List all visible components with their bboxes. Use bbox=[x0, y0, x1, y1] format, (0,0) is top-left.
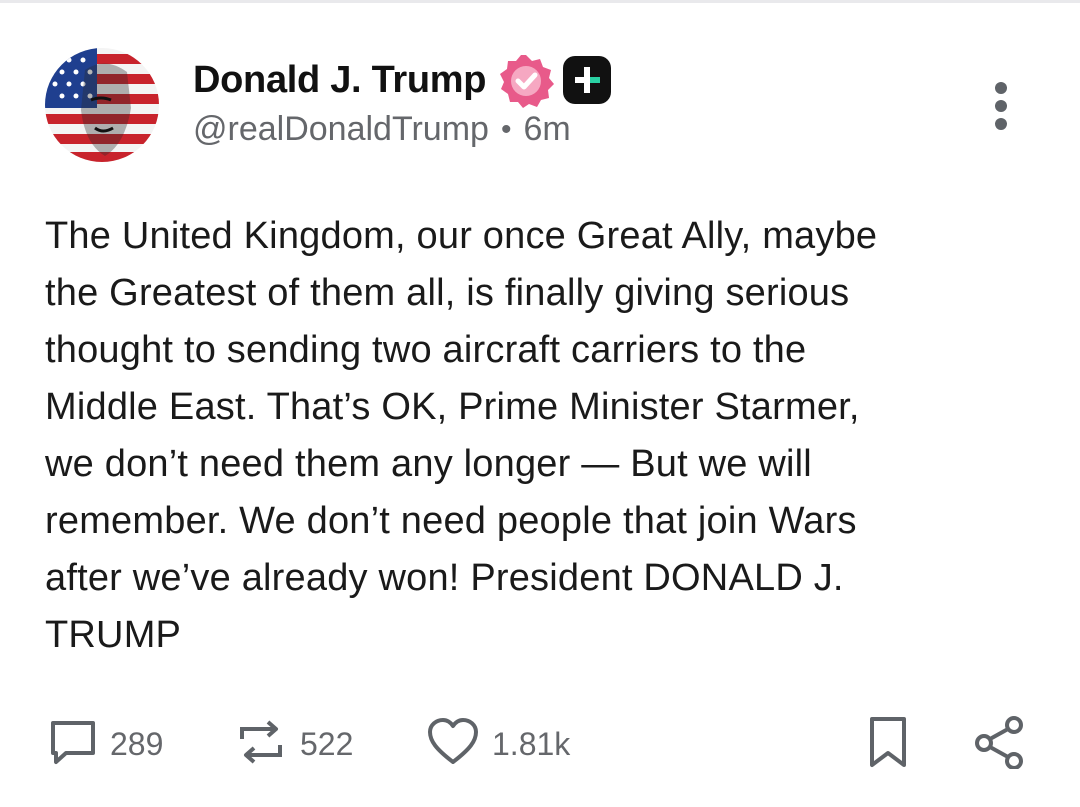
action-bar: 289 522 1.81k bbox=[0, 712, 1080, 776]
like-count: 1.81k bbox=[492, 725, 571, 762]
retruth-count: 522 bbox=[300, 725, 354, 762]
vertical-ellipsis-icon[interactable] bbox=[984, 80, 1018, 132]
share-button[interactable] bbox=[974, 712, 1026, 776]
name-row: Donald J. Trump bbox=[193, 52, 612, 108]
speech-bubble-icon bbox=[48, 717, 98, 772]
reply-count: 289 bbox=[110, 725, 164, 762]
verified-badge-icon bbox=[498, 52, 555, 108]
post-timestamp[interactable]: 6m bbox=[523, 110, 570, 149]
like-button[interactable]: 1.81k bbox=[426, 712, 570, 776]
meta-separator: • bbox=[500, 112, 512, 146]
retruth-button[interactable]: 522 bbox=[234, 712, 353, 776]
reply-button[interactable]: 289 bbox=[48, 712, 163, 776]
author-handle[interactable]: @realDonaldTrump bbox=[193, 110, 489, 149]
heart-icon bbox=[426, 717, 480, 772]
post-header: Donald J. Trump @realDonaldTrump • 6m bbox=[193, 52, 612, 149]
author-display-name[interactable]: Donald J. Trump bbox=[193, 59, 487, 102]
bookmark-icon bbox=[866, 715, 910, 774]
plus-badge-icon bbox=[562, 55, 612, 105]
bookmark-button[interactable] bbox=[866, 712, 910, 776]
repost-arrows-icon bbox=[234, 717, 288, 772]
avatar-image bbox=[45, 48, 159, 162]
share-icon bbox=[974, 715, 1026, 774]
avatar[interactable] bbox=[45, 48, 159, 162]
post-card: Donald J. Trump @realDonaldTrump • 6m Th… bbox=[0, 0, 1080, 807]
post-body-text: The United Kingdom, our once Great Ally,… bbox=[45, 215, 878, 656]
meta-row: @realDonaldTrump • 6m bbox=[193, 110, 612, 149]
